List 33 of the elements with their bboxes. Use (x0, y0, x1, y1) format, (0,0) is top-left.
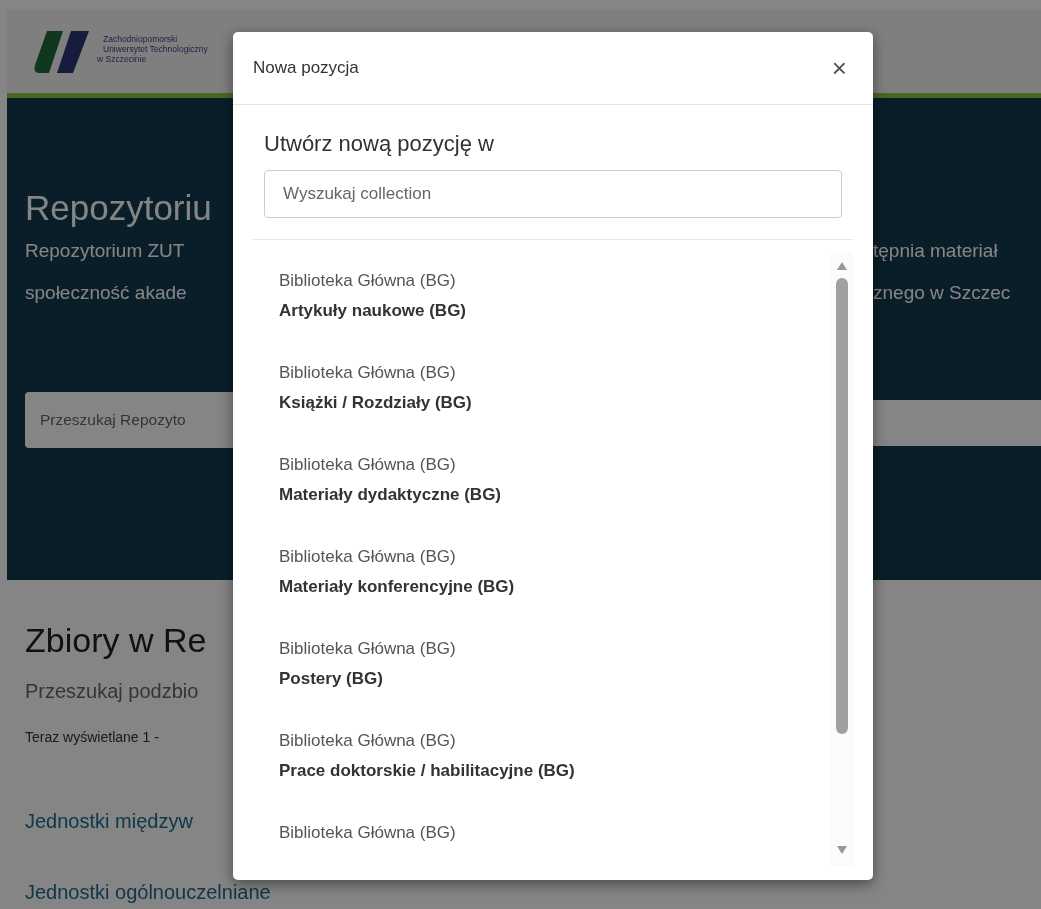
collection-parent: Biblioteka Główna (BG) (279, 454, 457, 476)
collection-item[interactable]: Artykuły naukowe (BG) (279, 295, 805, 327)
section-subheading: Przeszukaj podzbio (25, 680, 200, 703)
collection-search-field[interactable]: Wyszukaj collection (264, 170, 842, 218)
page-title: Repozytoriu (24, 187, 213, 229)
section-heading: Zbiory w Re (25, 620, 208, 660)
logo-text: Zachodniopomorski (102, 33, 179, 44)
collection-parent: Biblioteka Główna (BG) (279, 638, 457, 660)
scrollbar-thumb[interactable] (836, 278, 848, 734)
logo-text: Uniwersytet Technologiczny (102, 43, 208, 54)
close-button[interactable]: × (827, 52, 851, 84)
dialog-heading: Utwórz nową pozycję w (264, 131, 495, 157)
scroll-down-icon[interactable] (837, 846, 847, 854)
logo-text: w Szczecinie (97, 53, 147, 64)
collection-parent: Biblioteka Główna (BG) (279, 730, 457, 752)
result-count: Teraz wyświetlane 1 - (25, 729, 160, 745)
description-text: tępnia materiał (873, 239, 999, 263)
logo-icon[interactable] (31, 28, 91, 75)
scroll-up-icon[interactable] (837, 262, 847, 270)
dialog-title: Nowa pozycja (253, 58, 359, 78)
description-text: znego w Szczec (873, 281, 1012, 305)
collection-item[interactable]: Materiały dydaktyczne (BG) (279, 479, 805, 511)
collection-parent: Biblioteka Główna (BG) (279, 822, 457, 844)
description-text: społeczność akade (24, 281, 188, 305)
search-field[interactable] (873, 400, 1041, 446)
collection-parent: Biblioteka Główna (BG) (279, 270, 457, 292)
collection-parent: Biblioteka Główna (BG) (279, 546, 457, 568)
collection-item[interactable]: Książki / Rozdziały (BG) (279, 387, 805, 419)
collection-item[interactable]: Postery (BG) (279, 663, 805, 695)
collection-item[interactable]: Prace doktorskie / habilitacyjne (BG) (279, 755, 805, 787)
collection-item[interactable]: Materiały konferencyjne (BG) (279, 571, 805, 603)
collection-parent: Biblioteka Główna (BG) (279, 362, 457, 384)
description-text: Repozytorium ZUT (24, 239, 186, 263)
